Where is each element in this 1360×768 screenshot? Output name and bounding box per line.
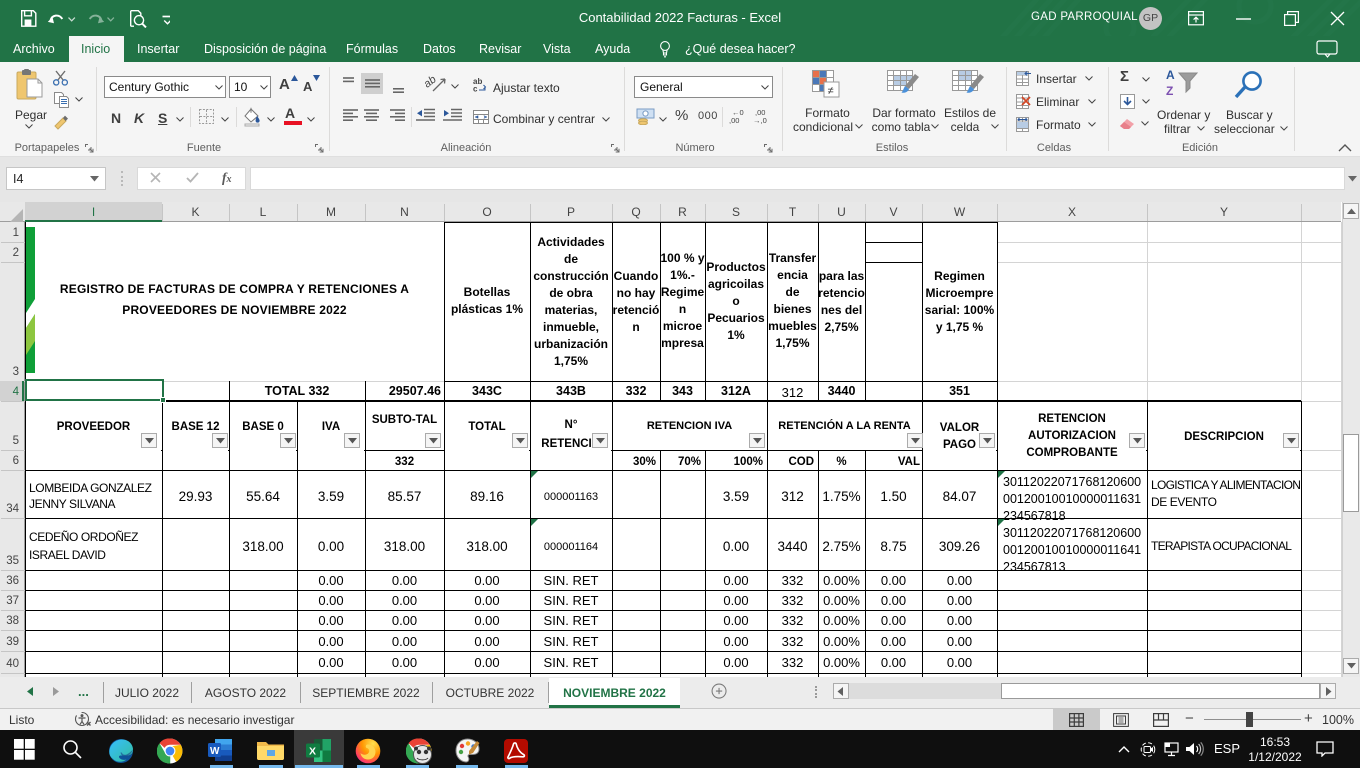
svg-text:c: c	[473, 85, 478, 93]
svg-text:X: X	[309, 746, 316, 758]
svg-text:W: W	[210, 746, 220, 757]
svg-text:,00: ,00	[729, 116, 739, 125]
svg-text:≠: ≠	[828, 85, 834, 97]
svg-text:→,0: →,0	[753, 116, 767, 125]
